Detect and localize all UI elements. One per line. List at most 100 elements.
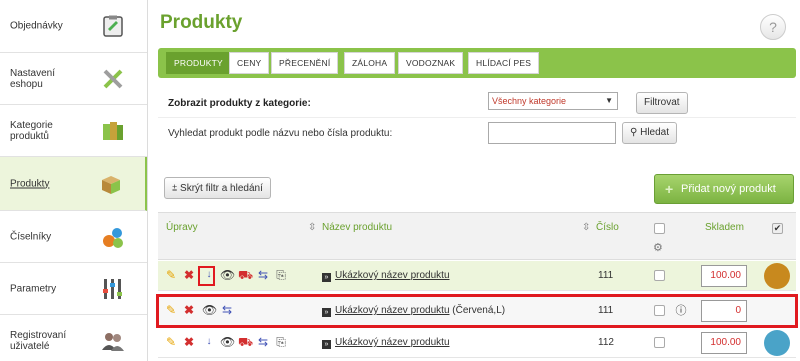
books-icon <box>103 121 123 140</box>
row-checkbox[interactable] <box>654 337 665 348</box>
col-stock: Skladem <box>705 222 744 233</box>
box-icon <box>102 175 120 194</box>
delete-icon[interactable]: ✖ <box>182 335 196 349</box>
sliders-icon <box>103 278 122 299</box>
product-name: » Ukázkový název produktu (Červená,L) <box>322 305 505 317</box>
pencil-icon[interactable]: ✎ <box>164 303 178 317</box>
users-icon <box>102 333 124 351</box>
highlight-box <box>198 266 215 286</box>
copy-icon[interactable]: ⎘ <box>274 335 288 349</box>
tab-bar: PRODUKTY CENY PŘECENĚNÍ ZÁLOHA VODOZNAK … <box>158 48 796 78</box>
transfer-icon[interactable]: ⇆ <box>256 335 270 349</box>
add-product-label: Přidat nový produkt <box>681 183 776 195</box>
gear-icon[interactable]: ⚙ <box>653 241 663 254</box>
search-button-label: Hledat <box>640 127 670 138</box>
search-input[interactable] <box>488 122 616 144</box>
hide-filter-label: Skrýt filtr a hledání <box>180 183 263 194</box>
tab-watchdog[interactable]: HLÍDACÍ PES <box>468 52 540 74</box>
sort-icon[interactable]: ⇳ <box>582 222 590 233</box>
chevron-down-icon: ▼ <box>605 96 613 105</box>
pencil-icon[interactable]: ✎ <box>164 268 178 282</box>
expand-icon[interactable]: » <box>322 340 331 349</box>
col-number[interactable]: Číslo <box>596 222 619 233</box>
collapse-icon: ⩲ <box>172 183 178 193</box>
visible-all-checkbox[interactable]: ✔ <box>772 223 783 234</box>
select-all-checkbox[interactable] <box>654 223 665 234</box>
sidebar-item-codelists[interactable]: Číselníky <box>0 211 147 263</box>
sidebar-item-label: Registrovaní uživatelé <box>10 330 67 352</box>
search-label: Vyhledat produkt podle názvu nebo čísla … <box>168 128 393 139</box>
variant-label: (Červená,L) <box>452 305 506 316</box>
stock-input[interactable]: 100.00 <box>701 265 747 287</box>
search-button[interactable]: ⚲ Hledat <box>622 122 678 144</box>
sidebar-item-eshop-settings[interactable]: Nastavení eshopu <box>0 53 147 105</box>
stock-input[interactable]: 100.00 <box>701 332 747 354</box>
row-checkbox[interactable] <box>654 270 665 281</box>
eye-icon[interactable]: 👁 <box>202 303 217 317</box>
filter-button[interactable]: Filtrovat <box>636 92 688 114</box>
clipboard-icon <box>103 15 123 37</box>
filter-panel: Zobrazit produkty z kategorie: Všechny k… <box>158 88 796 148</box>
sidebar-item-label: Nastavení eshopu <box>10 67 56 90</box>
product-thumbnail <box>764 330 790 356</box>
basket-icon[interactable]: ⛟ <box>238 268 253 282</box>
search-row: Vyhledat produkt podle názvu nebo čísla … <box>158 118 796 148</box>
sidebar-item-label: Kategorie produktů <box>10 119 53 142</box>
product-thumbnail <box>764 263 790 289</box>
sidebar-item-registered-users[interactable]: Registrovaní uživatelé <box>0 315 147 361</box>
tools-icon <box>103 69 123 88</box>
table-header: Úpravy ⇳ Název produktu ⇳ Číslo ⚙ Sklade… <box>158 212 796 260</box>
delete-icon[interactable]: ✖ <box>182 303 196 317</box>
tab-prices[interactable]: CENY <box>229 52 270 74</box>
eye-icon[interactable]: 👁 <box>220 335 235 349</box>
sidebar-item-parameters[interactable]: Parametry <box>0 263 147 315</box>
product-number: 111 <box>598 305 614 316</box>
row-checkbox[interactable] <box>654 305 665 316</box>
numbers-icon <box>103 227 123 248</box>
sort-order-icon[interactable]: ↓ <box>202 335 216 349</box>
add-product-button[interactable]: + Přidat nový produkt <box>654 174 794 204</box>
product-link[interactable]: Ukázkový název produktu <box>335 305 450 316</box>
plus-icon: + <box>665 181 674 197</box>
transfer-icon[interactable]: ⇆ <box>220 303 234 317</box>
delete-icon[interactable]: ✖ <box>182 268 196 282</box>
table-row: ✎ ✖ ↓ 👁 ⛟ ⇆ ⎘ » Ukázkový název produktu 1… <box>158 261 796 291</box>
category-select[interactable]: Všechny kategorie ▼ <box>488 92 618 110</box>
col-actions: Úpravy <box>166 222 198 233</box>
table-row: ✎ ✖ ↓ 👁 ⛟ ⇆ ⎘ » Ukázkový název produktu 1… <box>158 328 796 358</box>
category-select-value: Všechny kategorie <box>492 96 567 106</box>
category-filter-label: Zobrazit produkty z kategorie: <box>168 98 311 109</box>
sidebar-item-categories[interactable]: Kategorie produktů <box>0 105 147 157</box>
expand-icon[interactable]: » <box>322 273 331 282</box>
product-name: » Ukázkový název produktu <box>322 270 450 282</box>
product-link[interactable]: Ukázkový název produktu <box>335 337 450 348</box>
pencil-icon[interactable]: ✎ <box>164 335 178 349</box>
product-link[interactable]: Ukázkový název produktu <box>335 270 450 281</box>
sidebar-item-orders[interactable]: Objednávky <box>0 0 147 53</box>
copy-icon[interactable]: ⎘ <box>274 268 288 282</box>
sidebar-item-label: Produkty <box>10 178 50 189</box>
hide-filter-button[interactable]: ⩲ Skrýt filtr a hledání <box>164 177 271 199</box>
product-number: 111 <box>598 270 614 281</box>
basket-icon[interactable]: ⛟ <box>238 335 253 349</box>
sort-icon[interactable]: ⇳ <box>308 222 316 233</box>
page-title: Produkty <box>160 12 243 33</box>
tab-repricing[interactable]: PŘECENĚNÍ <box>271 52 339 74</box>
col-name[interactable]: Název produktu <box>322 222 392 233</box>
stock-input[interactable]: 0 <box>701 300 747 322</box>
transfer-icon[interactable]: ⇆ <box>256 268 270 282</box>
tab-watermark[interactable]: VODOZNAK <box>398 52 464 74</box>
main-content: Produkty ? PRODUKTY CENY PŘECENĚNÍ ZÁLOH… <box>148 0 800 361</box>
sidebar-item-products[interactable]: Produkty <box>0 157 147 211</box>
tab-backup[interactable]: ZÁLOHA <box>344 52 396 74</box>
help-icon[interactable]: ? <box>760 14 786 40</box>
category-filter-row: Zobrazit produkty z kategorie: Všechny k… <box>158 88 796 118</box>
search-icon: ⚲ <box>630 127 638 138</box>
eye-icon[interactable]: 👁 <box>220 268 235 282</box>
expand-icon[interactable]: » <box>322 308 331 317</box>
tab-products[interactable]: PRODUKTY <box>166 52 231 74</box>
sidebar-item-label: Číselníky <box>10 231 52 242</box>
sidebar-item-label: Parametry <box>10 283 57 294</box>
sidebar: Objednávky Nastavení eshopu Kategorie pr… <box>0 0 148 361</box>
info-icon[interactable]: ⓘ <box>674 304 688 318</box>
